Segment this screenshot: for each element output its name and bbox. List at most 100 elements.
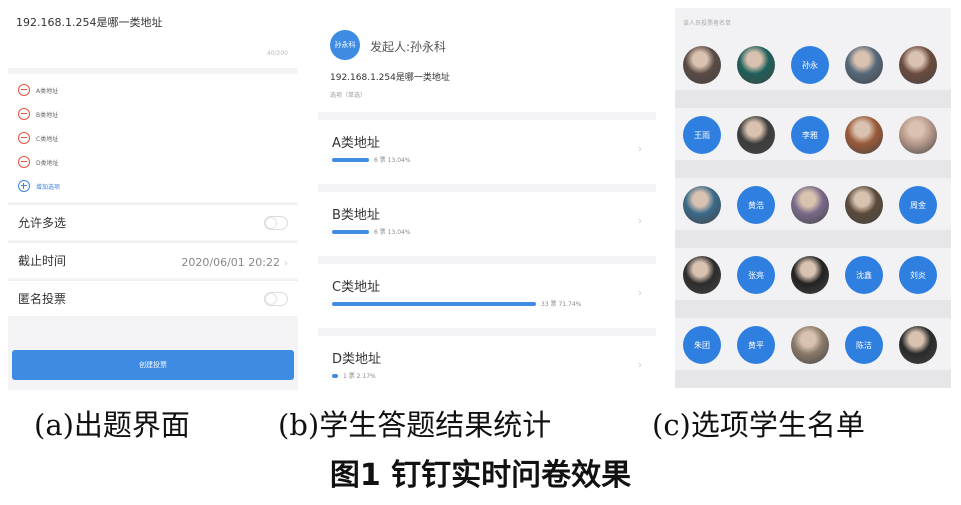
result-bar xyxy=(332,374,338,378)
option-row[interactable]: D类地址 xyxy=(8,150,298,174)
result-option-label: A类地址 xyxy=(332,136,380,151)
question-box[interactable]: 192.168.1.254是哪一类地址 40/200 xyxy=(8,4,298,68)
result-bar xyxy=(332,230,369,234)
multi-select-toggle[interactable] xyxy=(264,215,288,230)
avatar: 孙永科 xyxy=(330,30,360,60)
result-row[interactable]: B类地址 6 票 13.04% › xyxy=(318,192,656,256)
question-char-count: 40/200 xyxy=(266,50,288,57)
voter-photo-avatar[interactable] xyxy=(683,46,721,84)
voter-photo-avatar[interactable] xyxy=(899,116,937,154)
result-stat: 1 票 2.17% xyxy=(343,371,376,380)
voter-name-avatar[interactable]: 黄浩 xyxy=(737,186,775,224)
vote-percent: 13.04% xyxy=(387,229,411,236)
deadline-value[interactable]: 2020/06/01 20:22 xyxy=(181,256,280,269)
caption-b: (b)学生答题结果统计 xyxy=(278,408,552,442)
voter-name-avatar[interactable]: 朱团 xyxy=(683,326,721,364)
voter-row: 朱团 黄平 陈洁 xyxy=(675,318,951,388)
question-title: 192.168.1.254是哪一类地址 xyxy=(330,73,450,83)
voter-photo-avatar[interactable] xyxy=(899,326,937,364)
anonymous-label: 匿名投票 xyxy=(18,292,67,306)
options-list: A类地址 B类地址 C类地址 D类地址 增加选项 xyxy=(8,74,298,202)
voter-photo-avatar[interactable] xyxy=(737,116,775,154)
chevron-right-icon: › xyxy=(638,288,642,299)
result-option-label: D类地址 xyxy=(332,352,382,367)
row-divider xyxy=(675,300,951,318)
vote-percent: 71.74% xyxy=(558,301,582,308)
option-label[interactable]: C类地址 xyxy=(36,134,58,143)
question-title-input[interactable]: 192.168.1.254是哪一类地址 xyxy=(16,14,290,30)
deadline-setting[interactable]: 截止时间 2020/06/01 20:22 › xyxy=(8,242,298,278)
option-label[interactable]: B类地址 xyxy=(36,110,58,119)
caption-c: (c)选项学生名单 xyxy=(652,408,865,442)
result-stat: 6 票 13.04% xyxy=(374,155,411,164)
result-row[interactable]: D类地址 1 票 2.17% › xyxy=(318,336,656,400)
voter-list-header: 该人员投票者名单 xyxy=(675,8,951,38)
chevron-right-icon: › xyxy=(638,216,642,227)
voter-photo-avatar[interactable] xyxy=(737,46,775,84)
row-divider xyxy=(675,160,951,178)
voter-photo-avatar[interactable] xyxy=(899,46,937,84)
vote-percent: 2.17% xyxy=(356,373,376,380)
result-option-label: C类地址 xyxy=(332,280,381,295)
remove-option-icon[interactable] xyxy=(18,132,30,144)
voter-name-avatar[interactable]: 王雨 xyxy=(683,116,721,154)
option-row[interactable]: B类地址 xyxy=(8,102,298,126)
remove-option-icon[interactable] xyxy=(18,84,30,96)
deadline-label: 截止时间 xyxy=(18,254,67,268)
result-bar xyxy=(332,302,536,306)
vote-percent: 13.04% xyxy=(387,157,411,164)
option-label[interactable]: A类地址 xyxy=(36,86,58,95)
voter-name-avatar[interactable]: 张亮 xyxy=(737,256,775,294)
voter-photo-avatar[interactable] xyxy=(845,186,883,224)
poll-editor-panel: 192.168.1.254是哪一类地址 40/200 A类地址 B类地址 C类地… xyxy=(8,4,298,390)
vote-count: 6 票 xyxy=(374,157,386,164)
voter-name-avatar[interactable]: 孙永 xyxy=(791,46,829,84)
row-divider xyxy=(675,90,951,108)
voter-name-avatar[interactable]: 陈洁 xyxy=(845,326,883,364)
row-divider xyxy=(675,230,951,248)
vote-count: 6 票 xyxy=(374,229,386,236)
remove-option-icon[interactable] xyxy=(18,108,30,120)
voter-photo-avatar[interactable] xyxy=(845,116,883,154)
voter-photo-avatar[interactable] xyxy=(683,186,721,224)
result-row[interactable]: A类地址 6 票 13.04% › xyxy=(318,120,656,184)
add-icon[interactable] xyxy=(18,180,30,192)
chevron-right-icon: › xyxy=(284,258,288,269)
vote-count: 1 票 xyxy=(343,373,355,380)
voter-row: 张亮 沈鑫 刘炎 xyxy=(675,248,951,318)
figure-title: 图1 钉钉实时问卷效果 xyxy=(329,458,632,493)
option-label[interactable]: D类地址 xyxy=(36,158,59,167)
add-option-label[interactable]: 增加选项 xyxy=(36,182,60,191)
option-row[interactable]: C类地址 xyxy=(8,126,298,150)
voter-name-avatar[interactable]: 刘炎 xyxy=(899,256,937,294)
chevron-right-icon: › xyxy=(638,144,642,155)
voter-row: 孙永 xyxy=(675,38,951,108)
voter-list-panel: 该人员投票者名单 孙永王雨 李雅 黄浩 周金张亮 沈鑫 刘炎朱团 黄平 陈洁 xyxy=(675,8,951,388)
anonymous-toggle[interactable] xyxy=(264,291,288,306)
add-option-button[interactable]: 增加选项 xyxy=(8,174,298,198)
voter-photo-avatar[interactable] xyxy=(791,326,829,364)
voter-photo-avatar[interactable] xyxy=(791,186,829,224)
voter-photo-avatar[interactable] xyxy=(683,256,721,294)
voter-name-avatar[interactable]: 黄平 xyxy=(737,326,775,364)
multi-select-label: 允许多选 xyxy=(18,216,67,230)
voter-name-avatar[interactable]: 周金 xyxy=(899,186,937,224)
caption-a: (a)出题界面 xyxy=(34,408,190,442)
voter-photo-avatar[interactable] xyxy=(845,46,883,84)
voter-name-avatar[interactable]: 沈鑫 xyxy=(845,256,883,294)
remove-option-icon[interactable] xyxy=(18,156,30,168)
vote-count: 33 票 xyxy=(541,301,557,308)
chevron-right-icon: › xyxy=(638,360,642,371)
voter-name-avatar[interactable]: 李雅 xyxy=(791,116,829,154)
result-row[interactable]: C类地址 33 票 71.74% › xyxy=(318,264,656,328)
voter-photo-avatar[interactable] xyxy=(791,256,829,294)
multi-select-setting[interactable]: 允许多选 xyxy=(8,204,298,240)
result-bar xyxy=(332,158,369,162)
result-stat: 33 票 71.74% xyxy=(541,299,581,308)
row-divider xyxy=(675,370,951,388)
anonymous-setting[interactable]: 匿名投票 xyxy=(8,280,298,316)
create-poll-button[interactable]: 创建投票 xyxy=(12,350,294,380)
poll-results-panel: 孙永科 发起人:孙永科 192.168.1.254是哪一类地址 选项（单选） A… xyxy=(318,18,656,400)
voter-row: 黄浩 周金 xyxy=(675,178,951,248)
option-row[interactable]: A类地址 xyxy=(8,78,298,102)
